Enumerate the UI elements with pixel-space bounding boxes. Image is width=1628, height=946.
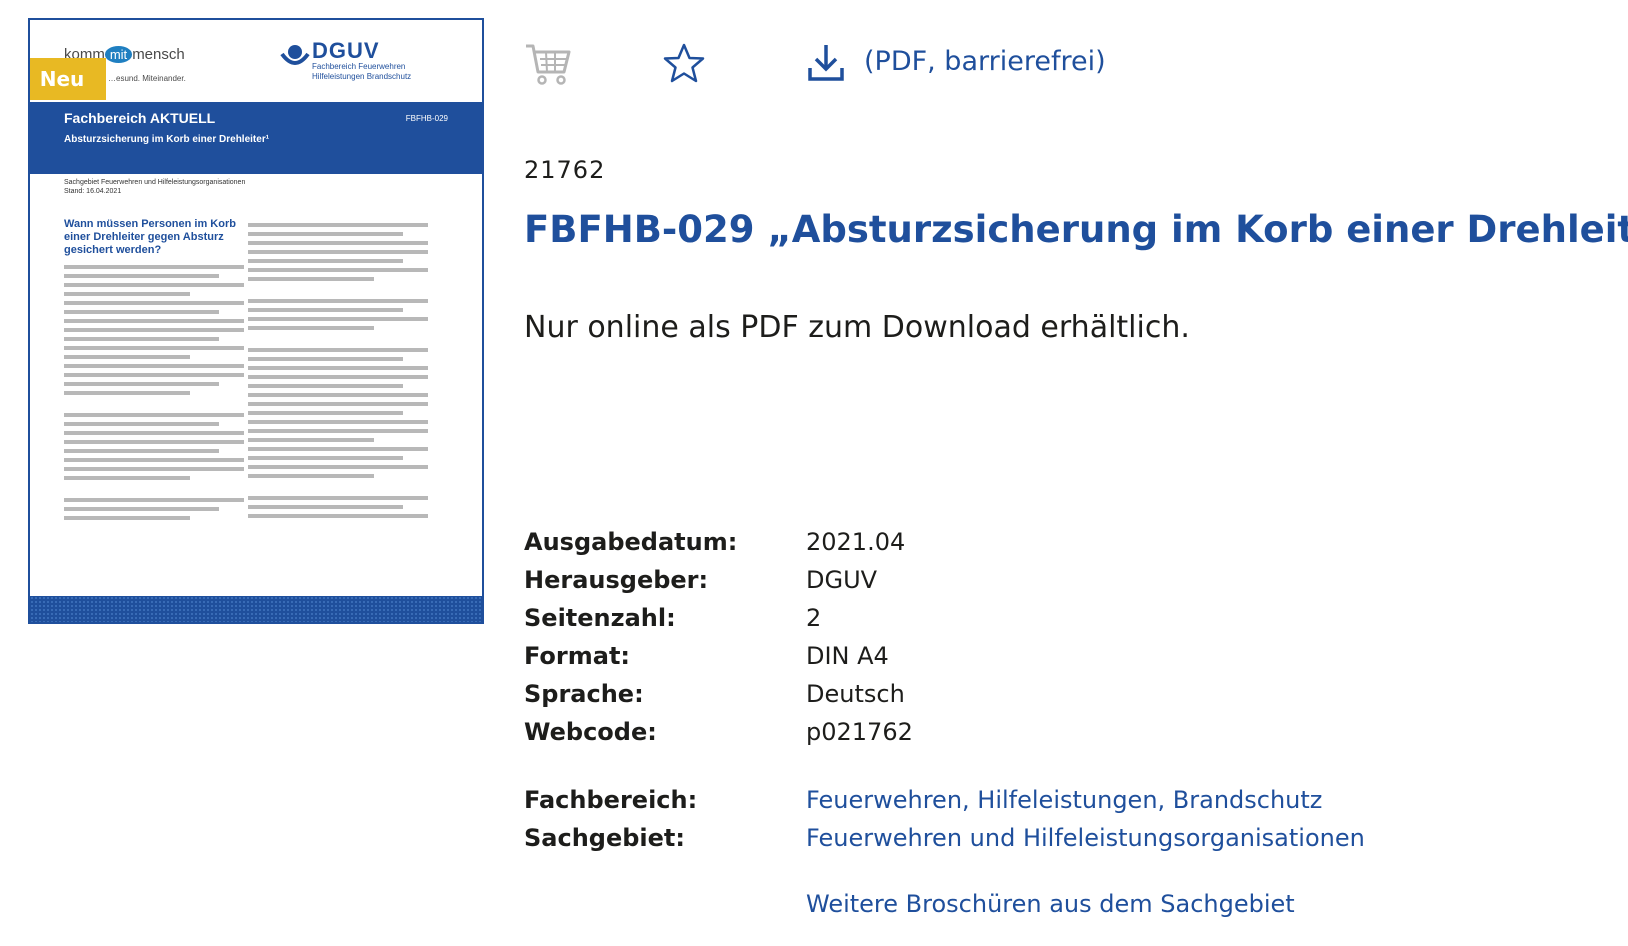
download-pdf-link[interactable]: (PDF, barrierefrei) xyxy=(864,46,1106,77)
cover-column-right xyxy=(248,218,428,523)
shopping-cart-icon[interactable] xyxy=(524,42,572,86)
cover-banner-subtitle: Absturzsicherung im Korb einer Drehleite… xyxy=(64,134,270,145)
kommmitmensch-tagline: …esund. Miteinander. xyxy=(108,74,186,83)
cover-banner-code: FBFHB-029 xyxy=(405,114,448,123)
new-badge: Neu xyxy=(30,58,106,100)
cover-date-line: Stand: 16.04.2021 xyxy=(64,188,122,195)
brochure-cover-thumbnail[interactable]: komm mit mensch …esund. Miteinander. DGUV … xyxy=(28,18,484,624)
cover-heading: Wann müssen Personen im Korb einer Drehl… xyxy=(64,218,236,256)
cover-column-left: Wann müssen Personen im Korb einer Drehl… xyxy=(64,218,244,525)
star-icon[interactable] xyxy=(662,42,706,86)
product-title: FBFHB-029 „Absturzsicherung im Korb eine… xyxy=(524,208,1628,251)
dguv-logo: DGUV Fachbereich Feuerwehren Hilfeleistu… xyxy=(312,38,412,82)
cover-banner: Fachbereich AKTUELL Absturzsicherung im … xyxy=(30,102,482,174)
more-brochures-link[interactable]: Weitere Broschüren aus dem Sachgebiet xyxy=(806,890,1295,918)
cover-banner-title: Fachbereich AKTUELL xyxy=(64,110,216,126)
product-number: 21762 xyxy=(524,156,606,184)
department-link[interactable]: Feuerwehren, Hilfeleistungen, Brandschut… xyxy=(806,786,1322,814)
subject-area-link[interactable]: Feuerwehren und Hilfeleistungsorganisati… xyxy=(806,824,1365,852)
availability-note: Nur online als PDF zum Download erhältli… xyxy=(524,310,1190,345)
dguv-logo-icon xyxy=(280,45,310,65)
cover-footer-band xyxy=(30,596,482,622)
cover-body: Sachgebiet Feuerwehren und Hilfeleistung… xyxy=(64,178,450,520)
cover-meta-line: Sachgebiet Feuerwehren und Hilfeleistung… xyxy=(64,179,246,186)
download-icon[interactable] xyxy=(806,42,846,84)
